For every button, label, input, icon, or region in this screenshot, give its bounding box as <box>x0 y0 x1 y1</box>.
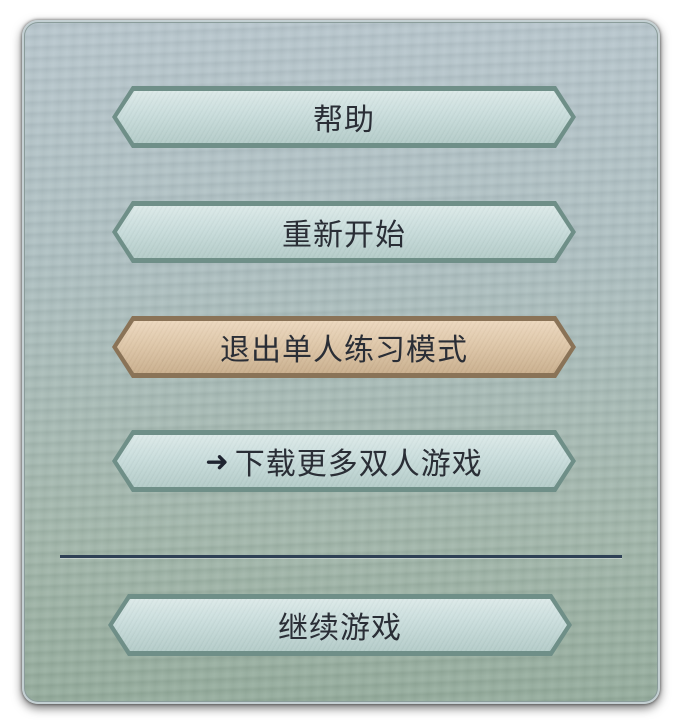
download-more-games-button[interactable]: ➜ 下载更多双人游戏 <box>112 430 576 492</box>
exit-single-practice-button-label: 退出单人练习模式 <box>220 333 468 368</box>
download-more-games-button-label: 下载更多双人游戏 <box>234 447 483 482</box>
help-button-label: 帮助 <box>313 103 375 138</box>
restart-button-face: 重新开始 <box>117 206 571 258</box>
arrow-right-icon: ➜ <box>205 444 229 478</box>
restart-button-label: 重新开始 <box>282 218 406 253</box>
restart-button[interactable]: 重新开始 <box>112 201 576 263</box>
exit-single-practice-button[interactable]: 退出单人练习模式 <box>112 316 576 378</box>
menu-divider <box>60 555 622 558</box>
exit-single-practice-button-face: 退出单人练习模式 <box>117 321 571 373</box>
resume-game-button[interactable]: 继续游戏 <box>108 594 572 656</box>
help-button-face: 帮助 <box>117 91 571 143</box>
help-button[interactable]: 帮助 <box>112 86 576 148</box>
download-more-games-button-face: ➜ 下载更多双人游戏 <box>117 435 571 487</box>
resume-game-button-label: 继续游戏 <box>278 611 402 646</box>
resume-game-button-face: 继续游戏 <box>113 599 567 651</box>
